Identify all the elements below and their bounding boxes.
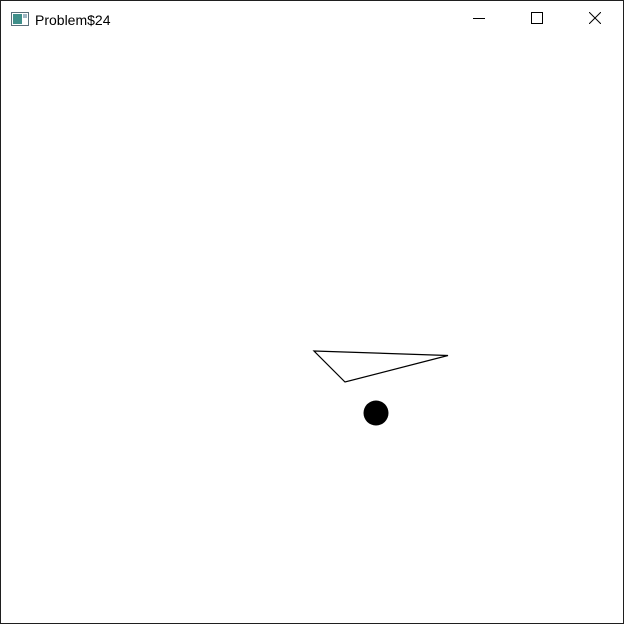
maximize-icon (531, 11, 543, 29)
title-bar[interactable]: Problem$24 (1, 1, 623, 38)
drawing-canvas[interactable] (1, 38, 623, 623)
minimize-button[interactable] (450, 1, 508, 38)
triangle-outline (312, 350, 449, 383)
window-title: Problem$24 (35, 12, 111, 28)
close-icon (588, 11, 602, 29)
app-window-icon (11, 12, 29, 26)
filled-circle (363, 400, 389, 426)
app-window: Problem$24 (0, 0, 624, 624)
close-button[interactable] (566, 1, 624, 38)
maximize-button[interactable] (508, 1, 566, 38)
minimize-icon (473, 11, 485, 29)
